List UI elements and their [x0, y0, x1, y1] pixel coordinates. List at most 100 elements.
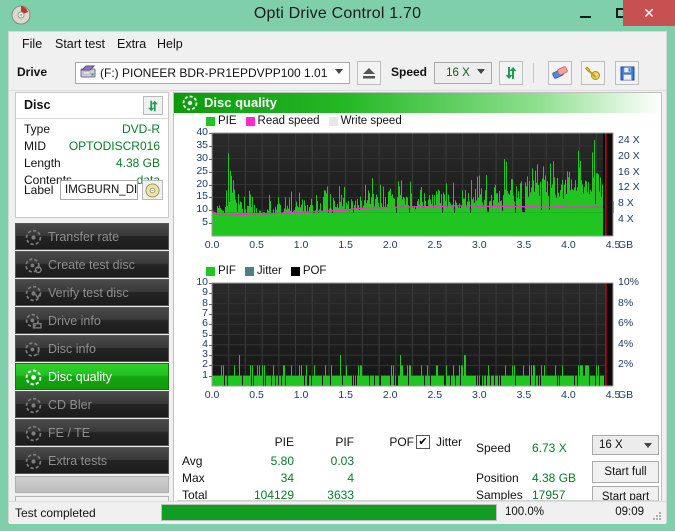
legend-swatch-jitter [244, 266, 254, 276]
elapsed-time: 09:09 [615, 506, 644, 518]
sidebar-item-label: Disc quality [48, 369, 112, 384]
title-bar: Opti Drive Control 1.70 ✕ [0, 0, 675, 31]
tick-mark [209, 313, 212, 315]
pif-plot-outer-ytick-right: 4% [618, 337, 634, 350]
disc-info-panel: Disc Type DVD-R MID OPTODISCR016 Length … [15, 92, 169, 218]
settings-button[interactable] [581, 61, 605, 85]
sidebar-item-transfer-rate[interactable]: Transfer rate [15, 223, 169, 250]
left-sidebar: Disc Type DVD-R MID OPTODISCR016 Length … [15, 92, 169, 517]
pif-plot-outer-xtick: 2.0 [382, 389, 398, 401]
tick-mark [209, 283, 212, 284]
save-button[interactable] [615, 61, 639, 85]
close-button[interactable]: ✕ [623, 0, 675, 26]
disc-quality-icon [182, 95, 198, 111]
pie-plot-outer-xtick: 1.5 [338, 239, 353, 251]
pie-plot-outer-ytick-left: 30 [196, 151, 208, 164]
sidebar-item-label: FE / TE [48, 425, 91, 440]
chevron-down-icon [477, 69, 485, 74]
menu-start-test[interactable]: Start test [50, 36, 110, 52]
check-icon: ✔ [418, 435, 428, 448]
stats-avg-pif: 0.03 [330, 454, 354, 468]
disc-info-icon: i [25, 341, 42, 358]
pif-plot-outer-xtick: 0.5 [249, 389, 264, 401]
main-panel: Disc quality PIE Read speed Write speed … [173, 92, 662, 517]
sidebar-item-verify-test-disc[interactable]: Verify test disc [15, 279, 169, 306]
menu-extra[interactable]: Extra [112, 36, 151, 52]
disc-label-button[interactable] [142, 180, 163, 200]
svg-text:i: i [37, 347, 40, 358]
disc-row-length: Length 4.38 GB [16, 156, 168, 173]
pie-plot-outer-xtick: 0.5 [249, 239, 264, 251]
sidebar-item-cd-bler[interactable]: CD Bler [15, 391, 169, 418]
speed-select[interactable]: 16 X [434, 62, 492, 84]
tick-mark [209, 344, 212, 346]
pie-plot-outer-xlabel: GB [618, 239, 634, 251]
position-label: Position [476, 471, 519, 485]
chevron-down-icon [335, 69, 343, 74]
menu-help[interactable]: Help [152, 36, 188, 52]
pif-plot-outer-xtick: 1.0 [293, 389, 309, 401]
resize-grip[interactable] [651, 510, 663, 522]
minimize-button[interactable] [567, 0, 603, 26]
speed-result-value: 6.73 X [532, 441, 567, 455]
drive-label: Drive [17, 65, 48, 79]
pie-plot-outer-ytick-right: 20 X [618, 149, 640, 162]
disc-mid-value: OPTODISCR016 [68, 139, 160, 153]
tick-mark [209, 355, 212, 357]
sidebar-item-disc-quality[interactable]: Disc quality [15, 363, 169, 390]
disc-row-mid: MID OPTODISCR016 [16, 139, 168, 156]
refresh-arrows-icon [148, 100, 158, 111]
legend-label-read-speed: Read speed [257, 115, 320, 127]
drive-select[interactable]: (F:) PIONEER BDR-PR1EPDVPP100 1.01 [75, 62, 350, 84]
pie-plot-outer-ytick-left: 5 [202, 216, 208, 229]
stats-col-pif: PIF [335, 435, 354, 449]
legend-swatch-pie [206, 116, 215, 126]
start-full-button[interactable]: Start full [592, 461, 659, 483]
refresh-arrows-icon [505, 67, 517, 79]
disc-label-input[interactable]: IMGBURN_DIS [60, 180, 138, 200]
disc-icon [25, 229, 42, 246]
main-panel-title: Disc quality [204, 95, 277, 110]
sidebar-item-create-test-disc[interactable]: Create test disc [15, 251, 169, 278]
pif-plot-outer-ytick-right: 6% [618, 317, 634, 330]
pie-plot-outer-ytick-left: 20 [196, 177, 208, 190]
eject-icon [363, 68, 375, 79]
disc-refresh-button[interactable] [143, 96, 163, 115]
stats-col-pie: PIE [274, 435, 294, 449]
sidebar-filler [15, 476, 169, 493]
chevron-down-icon [644, 443, 652, 448]
sidebar-item-extra-tests[interactable]: Extra tests [15, 447, 169, 474]
pie-plot-outer-xtick: 1.0 [293, 239, 309, 251]
test-speed-select[interactable]: 16 X [592, 435, 659, 455]
eject-button[interactable] [357, 61, 381, 85]
disc-type-label: Type [24, 122, 51, 136]
pie-plot-outer-ytick-right: 16 X [618, 165, 640, 178]
pif-chart-legend: PIF Jitter POF [206, 265, 331, 277]
app-window: Opti Drive Control 1.70 ✕ File Start tes… [0, 0, 675, 531]
pie-plot-outer-ytick-left: 10 [196, 203, 208, 216]
drive-info-icon [25, 313, 42, 330]
sidebar-item-disc-info[interactable]: i Disc info [15, 335, 169, 362]
speed-label: Speed [391, 65, 428, 79]
tools-icon [584, 66, 600, 80]
client-area: File Start test Extra Help Drive (F:) PI… [8, 31, 667, 524]
pie-chart: 40 35 30 25 20 15 10 5 24 X 20 X 16 X 12 X 8 X 4 X 0.0… [174, 126, 661, 254]
toolbar: Drive (F:) PIONEER BDR-PR1EPDVPP100 1.01 [9, 55, 666, 91]
jitter-checkbox[interactable]: ✔ [416, 435, 430, 449]
sidebar-item-label: CD Bler [48, 397, 92, 412]
erase-button[interactable] [548, 61, 572, 85]
disc-label-row: Label IMGBURN_DIS [16, 179, 168, 203]
sidebar-item-label: Create test disc [48, 257, 135, 272]
disc-icon [25, 425, 42, 442]
sidebar-item-fe-te[interactable]: FE / TE [15, 419, 169, 446]
progress-bar-fill [162, 505, 496, 520]
tick-mark [209, 324, 212, 326]
menu-file[interactable]: File [17, 36, 47, 52]
pie-plot-outer-ytick-left: 15 [196, 190, 208, 203]
tick-mark [209, 210, 212, 212]
pif-plot-outer-ytick-right: 8% [618, 296, 634, 309]
sidebar-item-drive-info[interactable]: Drive info [15, 307, 169, 334]
pif-chart: 10 9 8 7 6 5 4 3 2 1 10% 8% 6% 4% 2% 0.0 0.5 1.0 1.5 2.0 2.5… [174, 276, 661, 404]
tick-mark [209, 293, 212, 295]
refresh-button[interactable] [499, 61, 523, 85]
